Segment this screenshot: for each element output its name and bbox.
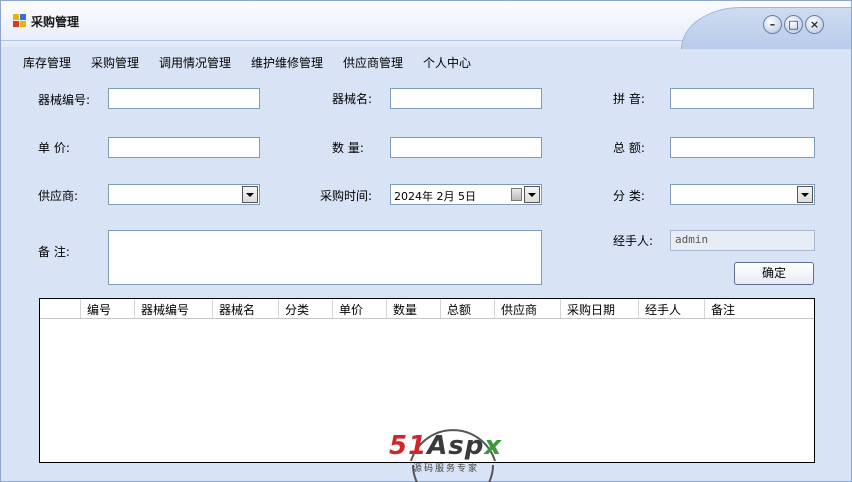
column-header-category[interactable]: 分类 — [279, 299, 333, 318]
equipment-name-input[interactable] — [390, 88, 542, 109]
column-header-supplier[interactable]: 供应商 — [495, 299, 561, 318]
supplier-select[interactable] — [108, 184, 260, 205]
calendar-icon[interactable] — [511, 188, 522, 201]
purchase-date-picker[interactable]: 2024年 2月 5日 — [390, 184, 542, 205]
column-header-equipment-name[interactable]: 器械名 — [213, 299, 279, 318]
column-header-remark[interactable]: 备注 — [705, 299, 814, 318]
chevron-down-icon[interactable] — [524, 186, 540, 203]
column-header-handler[interactable]: 经手人 — [639, 299, 705, 318]
pinyin-input[interactable] — [670, 88, 814, 109]
pinyin-label: 拼 音: — [613, 92, 645, 106]
menu-bar: 库存管理 采购管理 调用情况管理 维护维修管理 供应商管理 个人中心 — [1, 51, 851, 73]
app-icon — [13, 14, 27, 28]
grid-row-header — [40, 299, 81, 318]
chevron-down-icon[interactable] — [242, 186, 258, 203]
menu-item-supplier[interactable]: 供应商管理 — [343, 54, 403, 71]
column-header-equipment-no[interactable]: 器械编号 — [135, 299, 213, 318]
equipment-no-input[interactable] — [108, 88, 260, 109]
unit-price-input[interactable] — [108, 137, 260, 158]
menu-item-usage[interactable]: 调用情况管理 — [159, 54, 231, 71]
column-header-unit-price[interactable]: 单价 — [333, 299, 387, 318]
purchase-time-label: 采购时间: — [320, 189, 373, 203]
confirm-button[interactable]: 确定 — [734, 262, 814, 285]
category-select[interactable] — [670, 184, 815, 205]
window-title: 采购管理 — [31, 15, 80, 29]
column-header-id[interactable]: 编号 — [81, 299, 135, 318]
watermark-logo: 51Aspx 源码服务专家 — [383, 403, 523, 482]
watermark-brand: 51Aspx — [389, 431, 503, 461]
category-label: 分 类: — [613, 189, 645, 203]
quantity-input[interactable] — [390, 137, 542, 158]
column-header-quantity[interactable]: 数量 — [387, 299, 441, 318]
title-bar: 采购管理 – □ × — [1, 1, 851, 49]
menu-item-inventory[interactable]: 库存管理 — [23, 54, 71, 71]
minimize-icon[interactable]: – — [763, 15, 782, 34]
unit-price-label: 单 价: — [38, 141, 70, 155]
total-label: 总 额: — [613, 141, 645, 155]
remark-label: 备 注: — [38, 245, 70, 259]
equipment-name-label: 器械名: — [332, 92, 373, 106]
column-header-purchase-date[interactable]: 采购日期 — [561, 299, 639, 318]
menu-item-maintenance[interactable]: 维护维修管理 — [251, 54, 323, 71]
grid-header: 编号 器械编号 器械名 分类 单价 数量 总额 供应商 采购日期 经手人 备注 — [40, 299, 814, 319]
watermark-tagline: 源码服务专家 — [413, 464, 480, 474]
column-header-total[interactable]: 总额 — [441, 299, 495, 318]
chevron-down-icon[interactable] — [797, 186, 813, 203]
remark-textarea[interactable] — [108, 230, 542, 285]
maximize-icon[interactable]: □ — [784, 15, 803, 34]
total-input[interactable] — [670, 137, 815, 158]
quantity-label: 数 量: — [332, 141, 364, 155]
equipment-no-label: 器械编号: — [38, 93, 91, 107]
handler-label: 经手人: — [613, 234, 654, 248]
handler-input: admin — [670, 230, 815, 251]
supplier-label: 供应商: — [38, 189, 79, 203]
main-window: 采购管理 – □ × 库存管理 采购管理 调用情况管理 维护维修管理 供应商管理… — [0, 0, 852, 482]
close-icon[interactable]: × — [805, 15, 824, 34]
menu-item-purchase[interactable]: 采购管理 — [91, 54, 139, 71]
purchase-date-value: 2024年 2月 5日 — [394, 190, 476, 203]
menu-item-profile[interactable]: 个人中心 — [423, 54, 471, 71]
